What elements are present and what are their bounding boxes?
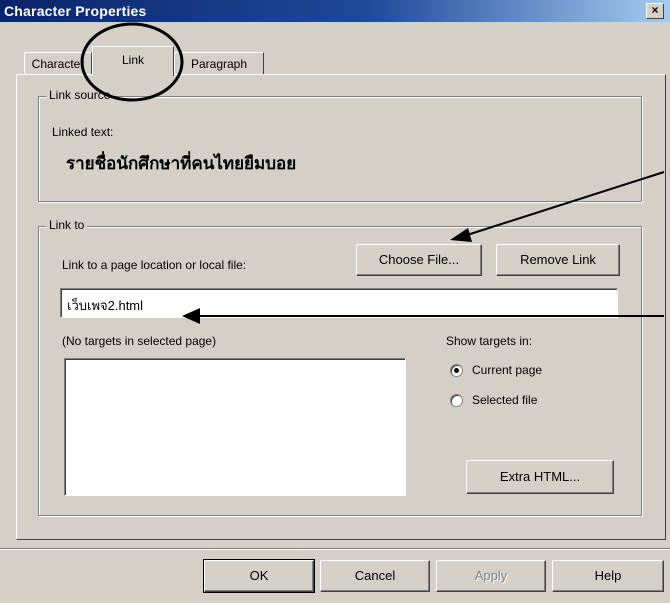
annotation-circle (80, 22, 184, 102)
annotation-arrow-link-field (182, 308, 664, 324)
annotation-overlay (80, 22, 665, 324)
annotation-arrow-choose-file (450, 171, 665, 242)
character-properties-dialog: Character Properties × Character Paragra… (0, 0, 670, 603)
